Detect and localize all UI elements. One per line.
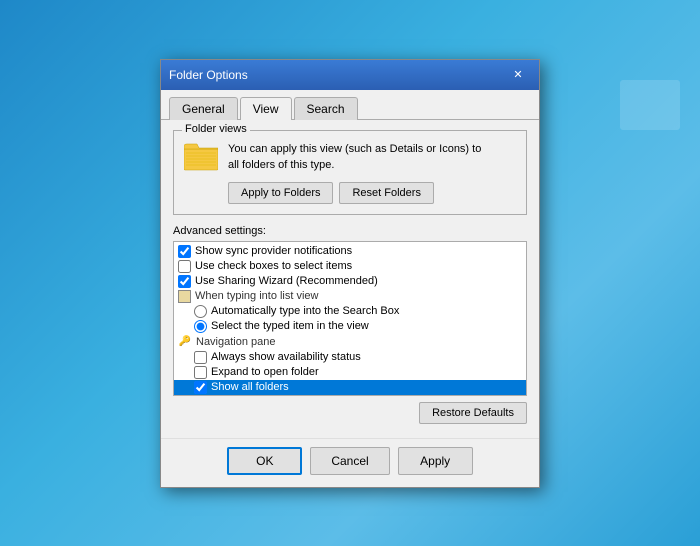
dialog-title: Folder Options bbox=[169, 68, 248, 82]
sync-provider-checkbox[interactable] bbox=[178, 245, 191, 258]
apply-to-folders-button[interactable]: Apply to Folders bbox=[228, 182, 333, 204]
folder-views-buttons: Apply to Folders Reset Folders bbox=[228, 182, 481, 204]
settings-list[interactable]: Show sync provider notifications Use che… bbox=[173, 241, 527, 396]
check-boxes-checkbox[interactable] bbox=[178, 260, 191, 273]
list-item: Always show availability status bbox=[174, 350, 526, 365]
folder-views-label: Folder views bbox=[182, 123, 250, 135]
restore-defaults-row: Restore Defaults bbox=[173, 402, 527, 424]
auto-type-label: Automatically type into the Search Box bbox=[211, 305, 399, 317]
folder-views-section: Folder views You can apply this view bbox=[173, 130, 527, 215]
show-availability-label: Always show availability status bbox=[211, 351, 361, 363]
list-item: Select the typed item in the view bbox=[174, 319, 526, 334]
show-all-folders-checkbox[interactable] bbox=[194, 381, 207, 394]
advanced-settings-section: Advanced settings: Show sync provider no… bbox=[173, 225, 527, 424]
sync-provider-label: Show sync provider notifications bbox=[195, 245, 352, 257]
title-bar-controls: ✕ bbox=[505, 66, 531, 84]
select-typed-label: Select the typed item in the view bbox=[211, 320, 369, 332]
title-bar: Folder Options ✕ bbox=[161, 60, 539, 90]
nav-pane-label: Navigation pane bbox=[196, 336, 276, 348]
check-boxes-label: Use check boxes to select items bbox=[195, 260, 352, 272]
show-availability-checkbox[interactable] bbox=[194, 351, 207, 364]
list-item: Use Sharing Wizard (Recommended) bbox=[174, 274, 526, 289]
folder-views-text-line1: You can apply this view (such as Details… bbox=[228, 141, 481, 158]
sharing-wizard-label: Use Sharing Wizard (Recommended) bbox=[195, 275, 378, 287]
folder-views-description: You can apply this view (such as Details… bbox=[228, 141, 481, 204]
tab-search[interactable]: Search bbox=[294, 97, 358, 120]
sharing-wizard-checkbox[interactable] bbox=[178, 275, 191, 288]
show-all-folders-label: Show all folders bbox=[211, 381, 289, 393]
list-item: Expand to open folder bbox=[174, 365, 526, 380]
list-item: Show sync provider notifications bbox=[174, 244, 526, 259]
tabs-area: General View Search bbox=[161, 90, 539, 120]
bottom-buttons: OK Cancel Apply bbox=[161, 438, 539, 487]
folder-icon bbox=[184, 141, 218, 171]
reset-folders-button[interactable]: Reset Folders bbox=[339, 182, 433, 204]
typing-folder-icon bbox=[178, 290, 191, 303]
restore-defaults-button[interactable]: Restore Defaults bbox=[419, 402, 527, 424]
typing-header-label: When typing into list view bbox=[195, 290, 319, 302]
expand-to-open-label: Expand to open folder bbox=[211, 366, 319, 378]
list-item: When typing into list view bbox=[174, 289, 526, 304]
list-item: Automatically type into the Search Box bbox=[174, 304, 526, 319]
folder-views-content: You can apply this view (such as Details… bbox=[184, 141, 516, 204]
nav-pane-icon: 🔑 bbox=[178, 335, 192, 349]
auto-type-radio[interactable] bbox=[194, 305, 207, 318]
close-button[interactable]: ✕ bbox=[505, 66, 531, 84]
tab-general[interactable]: General bbox=[169, 97, 238, 120]
folder-options-dialog: Folder Options ✕ General View Search Fol… bbox=[160, 59, 540, 488]
expand-to-open-checkbox[interactable] bbox=[194, 366, 207, 379]
dialog-content: Folder views You can apply this view bbox=[161, 120, 539, 438]
select-typed-radio[interactable] bbox=[194, 320, 207, 333]
list-item: Use check boxes to select items bbox=[174, 259, 526, 274]
advanced-settings-label: Advanced settings: bbox=[173, 225, 527, 237]
cancel-button[interactable]: Cancel bbox=[310, 447, 389, 475]
list-item: Show all folders bbox=[174, 380, 526, 395]
folder-views-text-line2: all folders of this type. bbox=[228, 157, 481, 174]
tab-view[interactable]: View bbox=[240, 97, 292, 120]
list-item: Show libraries bbox=[174, 395, 526, 396]
ok-button[interactable]: OK bbox=[227, 447, 302, 475]
list-item: 🔑 Navigation pane bbox=[174, 334, 526, 350]
apply-button[interactable]: Apply bbox=[398, 447, 473, 475]
